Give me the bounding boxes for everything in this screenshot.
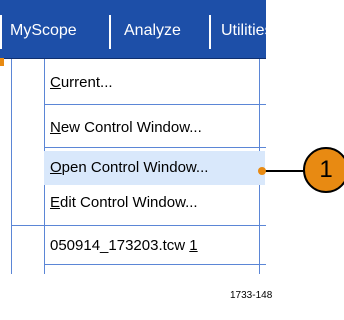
menu-analyze[interactable]: Analyze <box>124 0 181 58</box>
callout-number-badge: 1 <box>303 147 344 193</box>
myscope-dropdown-menu: Current... New Control Window... Open Co… <box>11 59 266 274</box>
menu-utilities[interactable]: Utilities <box>221 0 273 58</box>
menu-myscope[interactable]: MyScope <box>10 0 77 58</box>
active-menu-marker <box>0 58 4 66</box>
menu-divider <box>44 104 266 105</box>
menu-item-current[interactable]: Current... <box>44 66 265 100</box>
menu-separator <box>0 15 2 49</box>
figure-id: 1733-148 <box>230 290 273 301</box>
menu-item-new-control-window[interactable]: New Control Window... <box>44 111 265 145</box>
menu-border-left <box>11 59 12 274</box>
menu-item-recent-file-2[interactable]: 050914_172529.tcw 2 <box>44 270 265 274</box>
callout-leader-line <box>262 170 305 172</box>
menu-item-recent-file-1[interactable]: 050914_173203.tcw 1 <box>44 229 265 263</box>
menu-divider <box>44 147 266 148</box>
menu-divider <box>44 264 266 265</box>
menu-divider <box>11 225 266 226</box>
callout-anchor-dot <box>258 167 266 175</box>
menu-separator <box>209 15 211 49</box>
menu-item-edit-control-window[interactable]: Edit Control Window... <box>44 186 265 220</box>
menu-bar: MyScope Analyze Utilities <box>0 0 273 59</box>
menu-item-open-control-window[interactable]: Open Control Window... <box>44 151 265 185</box>
menu-separator <box>109 15 111 49</box>
